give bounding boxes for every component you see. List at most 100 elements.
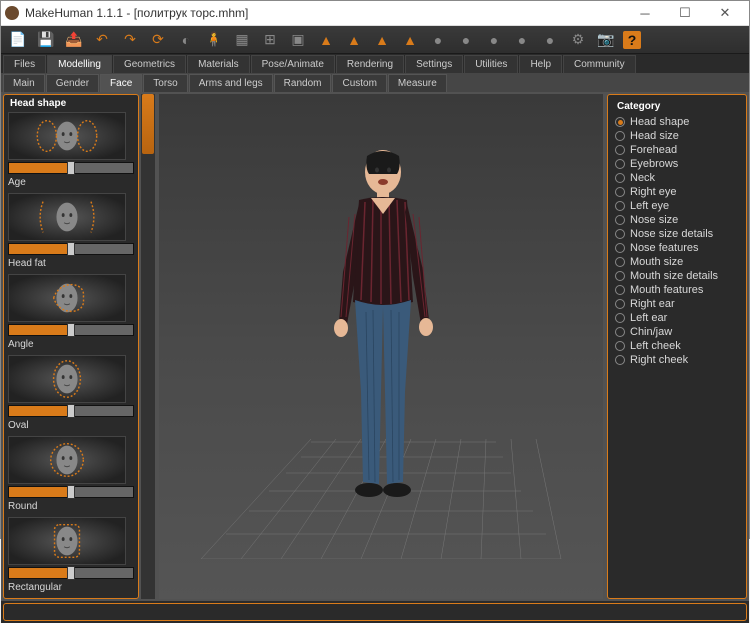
close-button[interactable]: ✕ xyxy=(705,1,745,25)
shape-scroll[interactable]: Age Head fat Angle Oval Round Rectangula… xyxy=(4,112,138,598)
category-label: Mouth features xyxy=(630,284,703,296)
tab-modelling[interactable]: Modelling xyxy=(47,55,112,73)
category-label: Left cheek xyxy=(630,340,681,352)
radio-icon xyxy=(615,271,625,281)
category-headsize[interactable]: Head size xyxy=(611,129,743,143)
left-scrollbar[interactable] xyxy=(141,94,155,599)
category-label: Chin/jaw xyxy=(630,326,672,338)
subtab-measure[interactable]: Measure xyxy=(388,74,447,92)
grid-icon[interactable]: ⊞ xyxy=(259,29,281,51)
category-eyebrows[interactable]: Eyebrows xyxy=(611,157,743,171)
shape-slider[interactable] xyxy=(8,324,134,336)
subtab-armsandlegs[interactable]: Arms and legs xyxy=(189,74,273,92)
shape-item: Head fat xyxy=(8,193,134,272)
smooth-icon[interactable]: ◐ xyxy=(175,29,197,51)
maximize-button[interactable]: ☐ xyxy=(665,1,705,25)
subtab-main[interactable]: Main xyxy=(3,74,45,92)
shape-thumb[interactable] xyxy=(8,274,126,322)
radio-icon xyxy=(615,173,625,183)
category-label: Left ear xyxy=(630,312,667,324)
subtab-random[interactable]: Random xyxy=(274,74,332,92)
shape-thumb[interactable] xyxy=(8,112,126,160)
tab-materials[interactable]: Materials xyxy=(187,55,250,73)
shape-slider[interactable] xyxy=(8,243,134,255)
category-leftcheek[interactable]: Left cheek xyxy=(611,339,743,353)
export-icon[interactable]: 📤 xyxy=(63,29,85,51)
subtab-torso[interactable]: Torso xyxy=(143,74,187,92)
slider-thumb[interactable] xyxy=(67,323,75,337)
radio-icon xyxy=(615,313,625,323)
category-mouthfeatures[interactable]: Mouth features xyxy=(611,283,743,297)
category-headshape[interactable]: Head shape xyxy=(611,115,743,129)
category-label: Right cheek xyxy=(630,354,688,366)
category-nosesize[interactable]: Nose size xyxy=(611,213,743,227)
help-icon[interactable]: ? xyxy=(623,31,641,49)
category-nosesizedetails[interactable]: Nose size details xyxy=(611,227,743,241)
sphere4-icon[interactable]: ● xyxy=(511,29,533,51)
wire-icon[interactable]: ▦ xyxy=(231,29,253,51)
scrollbar-thumb[interactable] xyxy=(142,94,154,154)
shape-slider[interactable] xyxy=(8,486,134,498)
slider-thumb[interactable] xyxy=(67,242,75,256)
file-icon[interactable]: 📄 xyxy=(7,29,29,51)
radio-icon xyxy=(615,215,625,225)
axis-y-icon[interactable]: ▲ xyxy=(343,29,365,51)
shape-thumb[interactable] xyxy=(8,193,126,241)
tab-settings[interactable]: Settings xyxy=(405,55,463,73)
checker-icon[interactable]: ▣ xyxy=(287,29,309,51)
category-lefteye[interactable]: Left eye xyxy=(611,199,743,213)
category-rightcheek[interactable]: Right cheek xyxy=(611,353,743,367)
save-icon[interactable]: 💾 xyxy=(35,29,57,51)
axis-x-icon[interactable]: ▲ xyxy=(315,29,337,51)
tab-geometrics[interactable]: Geometrics xyxy=(113,55,186,73)
minimize-button[interactable]: ─ xyxy=(625,1,665,25)
category-righteye[interactable]: Right eye xyxy=(611,185,743,199)
shape-slider[interactable] xyxy=(8,405,134,417)
subtab-custom[interactable]: Custom xyxy=(332,74,386,92)
axis-w-icon[interactable]: ▲ xyxy=(399,29,421,51)
slider-thumb[interactable] xyxy=(67,404,75,418)
pose-icon[interactable]: 🧍 xyxy=(203,29,225,51)
category-label: Head size xyxy=(630,130,679,142)
shape-slider[interactable] xyxy=(8,162,134,174)
shape-thumb[interactable] xyxy=(8,436,126,484)
camera-icon[interactable]: 📷 xyxy=(595,29,617,51)
category-forehead[interactable]: Forehead xyxy=(611,143,743,157)
slider-thumb[interactable] xyxy=(67,566,75,580)
sphere2-icon[interactable]: ● xyxy=(455,29,477,51)
tab-utilities[interactable]: Utilities xyxy=(464,55,518,73)
tab-rendering[interactable]: Rendering xyxy=(336,55,404,73)
category-nosefeatures[interactable]: Nose features xyxy=(611,241,743,255)
category-neck[interactable]: Neck xyxy=(611,171,743,185)
sphere1-icon[interactable]: ● xyxy=(427,29,449,51)
category-label: Neck xyxy=(630,172,655,184)
category-mouthsize[interactable]: Mouth size xyxy=(611,255,743,269)
tab-poseanimate[interactable]: Pose/Animate xyxy=(251,55,335,73)
category-rightear[interactable]: Right ear xyxy=(611,297,743,311)
slider-thumb[interactable] xyxy=(67,485,75,499)
category-mouthsizedetails[interactable]: Mouth size details xyxy=(611,269,743,283)
shape-slider[interactable] xyxy=(8,567,134,579)
refresh-icon[interactable]: ⟳ xyxy=(147,29,169,51)
shape-thumb[interactable] xyxy=(8,355,126,403)
radio-icon xyxy=(615,145,625,155)
tab-community[interactable]: Community xyxy=(563,55,636,73)
category-chinjaw[interactable]: Chin/jaw xyxy=(611,325,743,339)
axis-z-icon[interactable]: ▲ xyxy=(371,29,393,51)
titlebar[interactable]: MakeHuman 1.1.1 - [политрук торс.mhm] ─ … xyxy=(1,1,749,26)
shape-item: Oval xyxy=(8,355,134,434)
slider-thumb[interactable] xyxy=(67,161,75,175)
shape-thumb[interactable] xyxy=(8,517,126,565)
tab-files[interactable]: Files xyxy=(3,55,46,73)
sphere5-icon[interactable]: ● xyxy=(539,29,561,51)
tab-help[interactable]: Help xyxy=(519,55,562,73)
radio-icon xyxy=(615,299,625,309)
category-leftear[interactable]: Left ear xyxy=(611,311,743,325)
sphere3-icon[interactable]: ● xyxy=(483,29,505,51)
undo-icon[interactable]: ↶ xyxy=(91,29,113,51)
subtab-face[interactable]: Face xyxy=(100,74,142,92)
redo-icon[interactable]: ↷ xyxy=(119,29,141,51)
subtab-gender[interactable]: Gender xyxy=(46,74,99,92)
viewport-3d[interactable] xyxy=(159,94,603,599)
settings-icon[interactable]: ⚙ xyxy=(567,29,589,51)
